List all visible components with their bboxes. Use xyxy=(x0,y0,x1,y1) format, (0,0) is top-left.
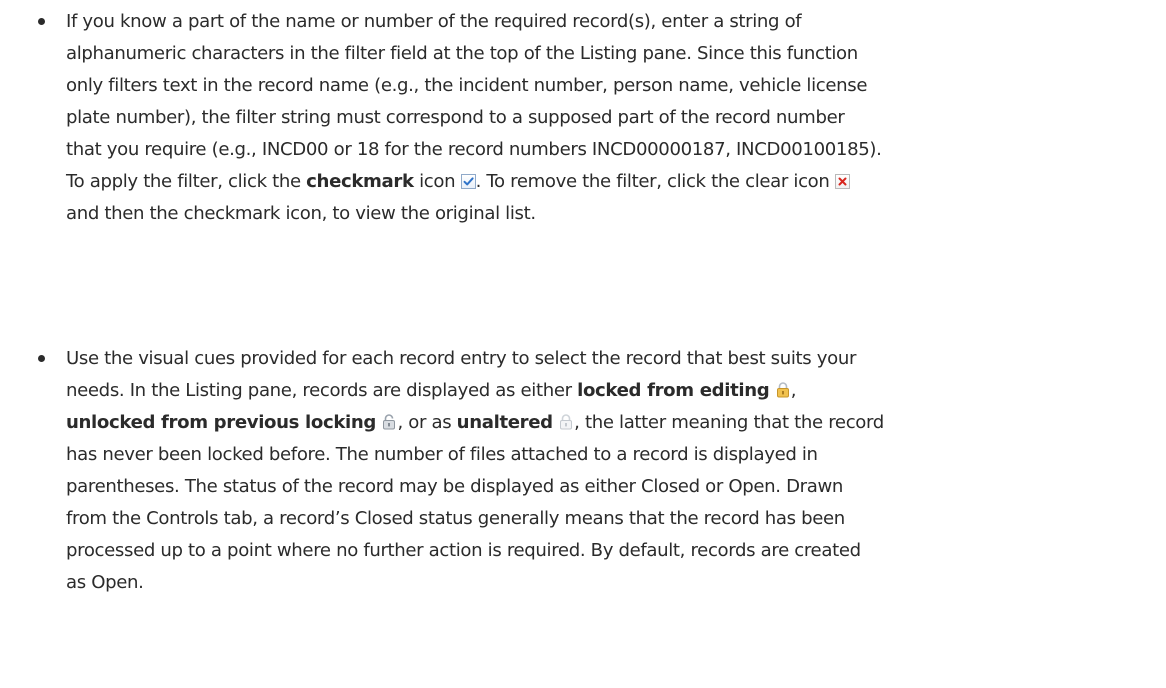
text-line: that you require (e.g., INCD00 or 18 for… xyxy=(66,139,882,160)
paragraph-visual-cues: Use the visual cues provided for each re… xyxy=(66,343,1162,599)
unlocked-icon xyxy=(381,413,397,430)
locked-icon xyxy=(775,381,791,398)
text-line: To apply the filter, click the checkmark… xyxy=(66,166,1162,198)
text-line: Use the visual cues provided for each re… xyxy=(66,348,857,369)
clear-icon xyxy=(834,174,850,189)
text-line: from the Controls tab, a record’s Closed… xyxy=(66,508,845,529)
paragraph-filter: If you know a part of the name or number… xyxy=(66,6,1162,230)
text-line: processed up to a point where no further… xyxy=(66,540,861,561)
bullet-dot xyxy=(38,18,45,25)
text-line: parentheses. The status of the record ma… xyxy=(66,476,844,497)
bold-term-unlocked: unlocked from previous locking xyxy=(66,412,377,433)
text-line: alphanumeric characters in the filter fi… xyxy=(66,43,858,64)
bold-term-locked: locked from editing xyxy=(577,380,770,401)
document-page: If you know a part of the name or number… xyxy=(0,0,1166,688)
text-line: as Open. xyxy=(66,572,144,593)
text-line: unlocked from previous locking , or as u… xyxy=(66,412,884,433)
text-line: and then the checkmark icon, to view the… xyxy=(66,203,536,224)
unaltered-icon xyxy=(558,413,574,430)
bullet-dot xyxy=(38,355,45,362)
bold-term-checkmark: checkmark xyxy=(306,171,414,192)
text-line: needs. In the Listing pane, records are … xyxy=(66,380,797,401)
bold-term-unaltered: unaltered xyxy=(456,412,553,433)
checkmark-icon xyxy=(460,174,476,189)
text-line: has never been locked before. The number… xyxy=(66,444,818,465)
text-line: only filters text in the record name (e.… xyxy=(66,75,868,96)
text-line: If you know a part of the name or number… xyxy=(66,11,802,32)
text-line: plate number), the filter string must co… xyxy=(66,107,845,128)
